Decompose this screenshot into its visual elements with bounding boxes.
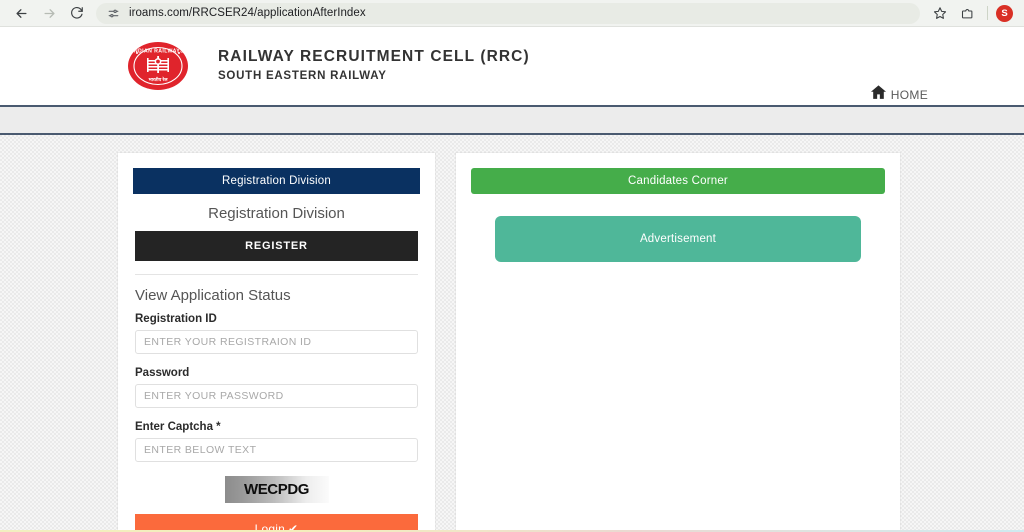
navigation-buttons: [8, 2, 90, 24]
extensions-icon[interactable]: [955, 2, 979, 24]
registration-id-input[interactable]: [135, 330, 418, 354]
indian-railways-emblem: INDIAN RAILWAYS भारतीय रेल: [124, 39, 192, 93]
home-label: HOME: [890, 88, 928, 102]
password-input[interactable]: [135, 384, 418, 408]
star-icon[interactable]: [928, 2, 952, 24]
page-content: INDIAN RAILWAYS भारतीय रेल RAILWAY RECRU…: [0, 27, 1024, 532]
registration-division-body: Registration Division REGISTER View Appl…: [133, 194, 420, 532]
toolbar-right-group: S: [928, 2, 1016, 24]
page-title: RAILWAY RECRUITMENT CELL (RRC): [218, 48, 530, 66]
captcha-label: Enter Captcha *: [135, 421, 221, 433]
section-title: Registration Division: [208, 205, 345, 222]
site-header: INDIAN RAILWAYS भारतीय रेल RAILWAY RECRU…: [0, 27, 1024, 105]
candidates-corner-card: Candidates Corner Advertisement: [456, 153, 900, 532]
captcha-input[interactable]: [135, 438, 418, 462]
forward-arrow-icon[interactable]: [36, 2, 62, 24]
site-settings-icon[interactable]: [106, 6, 120, 20]
cards-container: Registration Division Registration Divis…: [118, 153, 916, 532]
candidates-corner-body: Advertisement: [471, 194, 885, 494]
avatar[interactable]: S: [996, 4, 1013, 22]
registration-division-header: Registration Division: [133, 168, 420, 194]
svg-text:INDIAN RAILWAYS: INDIAN RAILWAYS: [132, 49, 184, 55]
toolbar-divider: [987, 6, 988, 20]
page-subtitle: SOUTH EASTERN RAILWAY: [218, 70, 387, 83]
browser-toolbar: iroams.com/RRCSER24/applicationAfterInde…: [0, 0, 1024, 27]
captcha-container: WECPDG: [135, 476, 418, 503]
registration-division-card: Registration Division Registration Divis…: [118, 153, 435, 532]
svg-text:भारतीय रेल: भारतीय रेल: [148, 76, 168, 82]
home-icon: [869, 83, 888, 107]
view-application-status-title: View Application Status: [135, 287, 291, 304]
candidates-corner-header: Candidates Corner: [471, 168, 885, 194]
main-area: Registration Division Registration Divis…: [0, 135, 1024, 532]
brand: INDIAN RAILWAYS भारतीय रेल RAILWAY RECRU…: [124, 39, 530, 93]
address-bar[interactable]: iroams.com/RRCSER24/applicationAfterInde…: [96, 2, 920, 24]
advertisement-button[interactable]: Advertisement: [495, 216, 861, 262]
back-arrow-icon[interactable]: [8, 2, 34, 24]
brand-text: RAILWAY RECRUITMENT CELL (RRC) SOUTH EAS…: [218, 47, 530, 84]
home-link[interactable]: HOME: [869, 83, 928, 107]
navbar-band: [0, 107, 1024, 133]
register-button[interactable]: REGISTER: [135, 231, 418, 261]
password-label: Password: [135, 367, 190, 379]
registration-id-label: Registration ID: [135, 313, 217, 325]
url-text: iroams.com/RRCSER24/applicationAfterInde…: [129, 7, 366, 19]
captcha-image: WECPDG: [224, 476, 329, 503]
reload-icon[interactable]: [64, 2, 90, 24]
